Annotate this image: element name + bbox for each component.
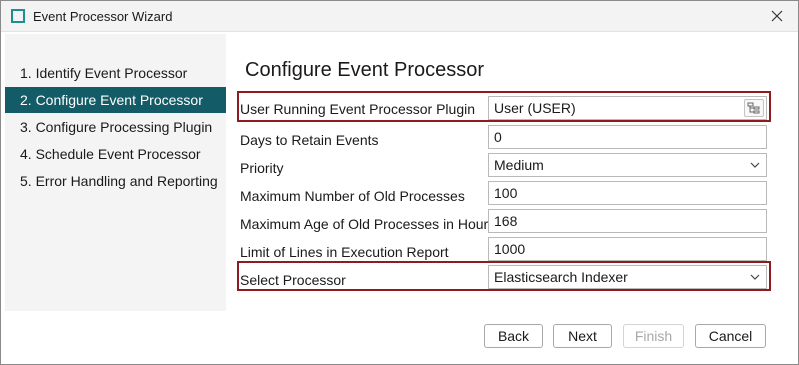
tree-list-icon [747,102,760,114]
days-retain-label: Days to Retain Events [240,132,379,148]
limit-lines-input[interactable]: 1000 [488,237,767,261]
page-title: Configure Event Processor [245,59,485,81]
step-schedule[interactable]: 4. Schedule Event Processor [5,141,226,167]
priority-label: Priority [240,160,284,176]
user-plugin-label: User Running Event Processor Plugin [240,101,476,117]
limit-lines-label: Limit of Lines in Execution Report [240,244,449,260]
select-processor-value: Elasticsearch Indexer [494,269,628,285]
title-bar: Event Processor Wizard [1,1,798,32]
max-old-processes-label: Maximum Number of Old Processes [240,188,465,204]
app-icon [11,9,25,23]
user-plugin-value: User (USER) [494,100,576,116]
cancel-button[interactable]: Cancel [695,324,766,348]
wizard-window: Event Processor Wizard 1. Identify Event… [0,0,799,365]
back-button[interactable]: Back [484,324,543,348]
priority-select[interactable]: Medium [488,153,767,177]
select-processor-dropdown[interactable]: Elasticsearch Indexer [488,265,767,289]
max-age-hours-input[interactable]: 168 [488,209,767,233]
step-configure-event-processor[interactable]: 2. Configure Event Processor [5,87,226,113]
step-error-handling[interactable]: 5. Error Handling and Reporting [5,168,226,194]
window-title: Event Processor Wizard [33,9,173,24]
max-age-hours-label: Maximum Age of Old Processes in Hours [240,216,496,232]
max-old-processes-input[interactable]: 100 [488,181,767,205]
next-button[interactable]: Next [553,324,612,348]
close-button[interactable] [760,2,794,30]
chevron-down-icon [750,274,760,280]
finish-button[interactable]: Finish [623,324,684,348]
step-identify[interactable]: 1. Identify Event Processor [5,60,226,86]
close-icon [771,10,783,22]
user-plugin-field[interactable]: User (USER) [488,96,767,120]
user-picker-button[interactable] [744,99,764,117]
days-retain-input[interactable]: 0 [488,125,767,149]
step-configure-processing-plugin[interactable]: 3. Configure Processing Plugin [5,114,226,140]
select-processor-label: Select Processor [240,272,346,288]
chevron-down-icon [750,162,760,168]
priority-value: Medium [494,157,544,173]
steps-sidebar: 1. Identify Event Processor 2. Configure… [5,34,226,311]
